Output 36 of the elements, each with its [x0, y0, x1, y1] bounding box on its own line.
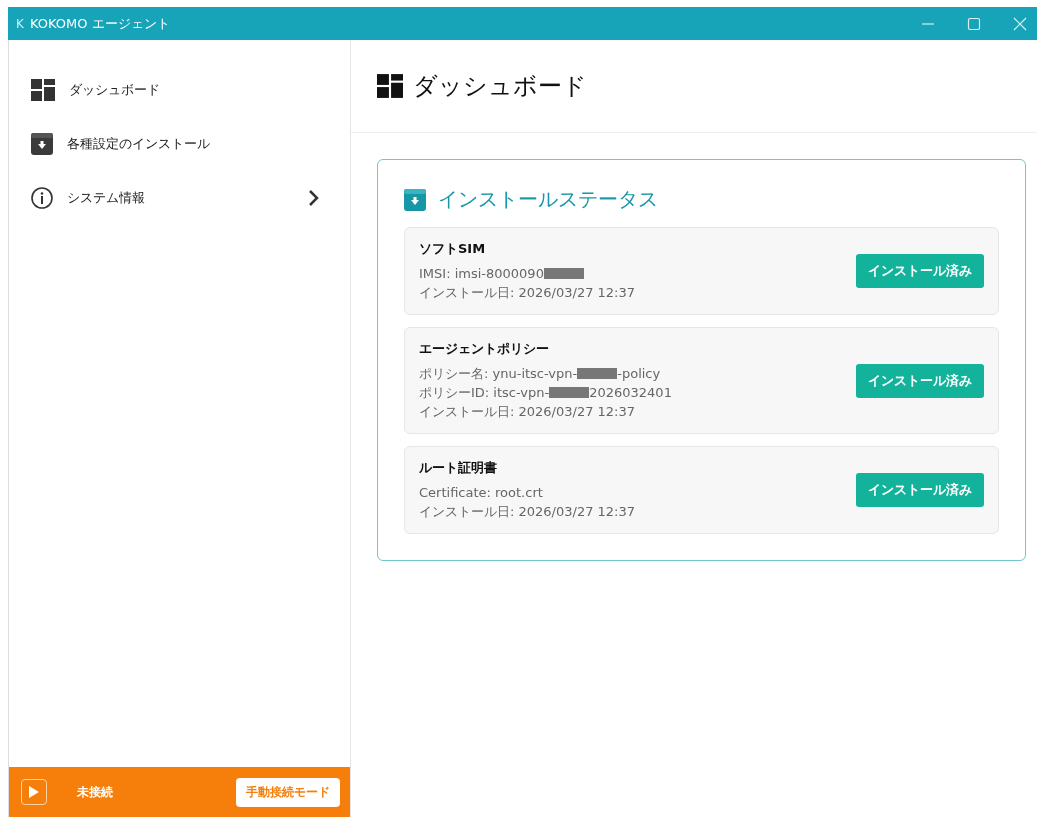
dashboard-icon: [31, 78, 55, 102]
page-title: ダッシュボード: [413, 71, 587, 102]
chevron-right-icon: [308, 189, 320, 207]
status-badge: インストール済み: [856, 363, 984, 398]
window-title: KOKOMO エージェント: [29, 14, 170, 33]
item-detail: ポリシー名: ynu-itsc-vpn-: [419, 364, 578, 383]
status-badge: インストール済み: [856, 473, 984, 507]
connection-status: 未接続: [77, 783, 114, 801]
item-detail: インストール日: 2026/03/27 12:37: [419, 402, 636, 421]
maximize-icon[interactable]: [967, 16, 981, 31]
redaction-bar: [543, 268, 584, 279]
item-name: エージェントポリシー: [419, 340, 550, 358]
dashboard-icon: [377, 73, 403, 99]
item-detail: -policy: [617, 366, 661, 381]
card-title: インストールステータス: [438, 186, 658, 213]
item-detail: ポリシーID: itsc-vpn-: [419, 383, 550, 402]
item-detail: インストール日: 2026/03/27 12:37: [419, 283, 636, 302]
sidebar-item[interactable]: 各種設定のインストール: [31, 132, 326, 156]
item-detail: 2026032401: [589, 385, 672, 400]
sidebar-item[interactable]: システム情報: [31, 186, 326, 210]
info-icon: [31, 187, 53, 209]
item-name: ソフトSIM: [419, 240, 487, 258]
app-logo-icon: K: [16, 16, 24, 31]
download-box-icon: [404, 188, 426, 211]
close-icon[interactable]: [1013, 16, 1027, 31]
connect-button[interactable]: [21, 779, 47, 805]
download-box-icon: [31, 133, 53, 155]
item-detail: IMSI: imsi-8000090: [419, 266, 544, 281]
item-detail: Certificate: root.crt: [419, 485, 543, 500]
item-detail: インストール日: 2026/03/27 12:37: [419, 502, 636, 521]
redaction-bar: [577, 368, 618, 379]
sidebar-item[interactable]: ダッシュボード: [31, 78, 326, 102]
item-name: ルート証明書: [419, 459, 498, 477]
status-badge: インストール済み: [856, 254, 984, 288]
redaction-bar: [549, 387, 590, 398]
play-icon: [28, 785, 40, 799]
